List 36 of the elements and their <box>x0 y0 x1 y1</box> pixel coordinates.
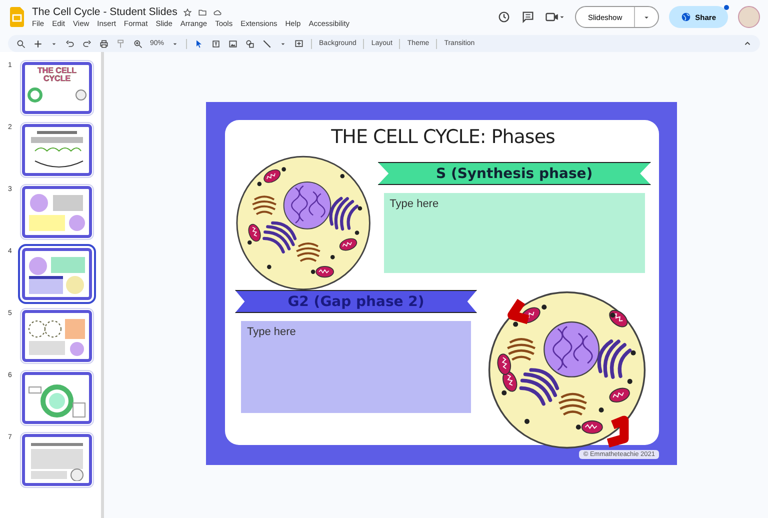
print-icon[interactable] <box>99 38 109 48</box>
star-icon[interactable] <box>183 8 192 16</box>
image-icon[interactable] <box>228 38 238 48</box>
document-title[interactable]: The Cell Cycle - Student Slides <box>32 6 178 18</box>
zoom-icon[interactable] <box>133 38 143 48</box>
text-box-icon[interactable] <box>211 38 222 48</box>
collapse-chevron-icon[interactable] <box>743 39 752 48</box>
section-banner: S (Synthesis phase) <box>378 162 651 185</box>
slide-thumbnail[interactable] <box>22 310 92 362</box>
history-icon[interactable] <box>496 10 511 24</box>
answer-box[interactable]: Type here <box>384 193 645 273</box>
undo-icon[interactable] <box>65 38 75 48</box>
answer-box[interactable]: Type here <box>241 321 471 413</box>
shapes-icon[interactable] <box>245 38 256 48</box>
video-call-icon[interactable] <box>544 10 565 24</box>
comment-add-icon[interactable] <box>294 38 304 48</box>
plus-icon[interactable] <box>33 38 43 48</box>
slide-thumbnail[interactable] <box>22 434 92 486</box>
slide-preview-drawing <box>27 87 87 103</box>
slide-thumbnail[interactable] <box>22 186 92 238</box>
slide-thumbnail[interactable] <box>22 372 92 424</box>
slide-thumbnail[interactable]: THE CELL CYCLE <box>22 62 92 114</box>
folder-icon[interactable] <box>198 8 208 16</box>
slide-title: THE CELL CYCLE: Phases <box>330 126 556 148</box>
comment-icon[interactable] <box>520 10 535 24</box>
search-icon[interactable] <box>16 38 26 48</box>
thumbnail-title: THE CELL CYCLE <box>37 67 77 83</box>
cloud-icon[interactable] <box>213 8 222 16</box>
select-cursor-icon[interactable] <box>194 38 204 48</box>
slide-preview-drawing <box>27 191 87 233</box>
notification-dot <box>724 5 729 10</box>
slide-thumbnail[interactable] <box>22 124 92 176</box>
section-banner: G2 (Gap phase 2) <box>235 290 477 313</box>
globe-icon <box>681 12 692 22</box>
redo-icon[interactable] <box>82 38 92 48</box>
line-icon[interactable] <box>262 38 272 48</box>
